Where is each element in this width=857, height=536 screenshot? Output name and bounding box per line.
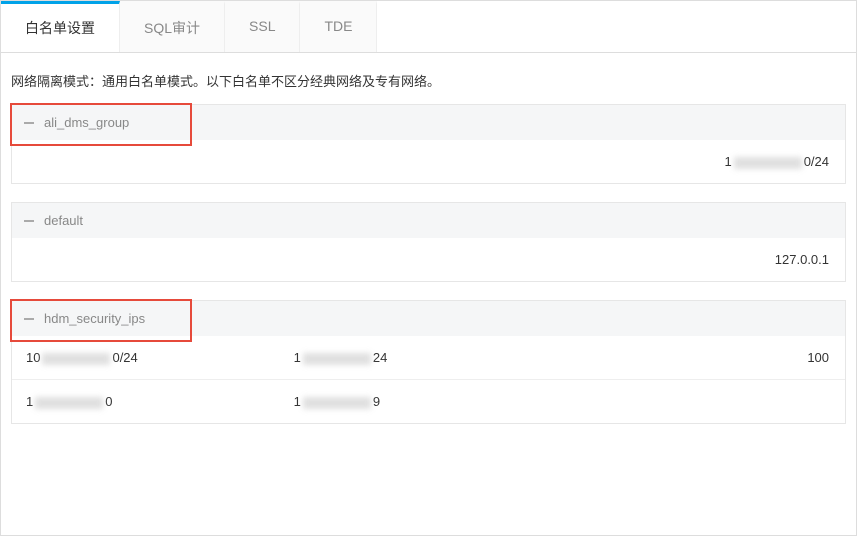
group-body: 100/241241001019 [12,336,845,423]
ip-value: 124 [294,350,562,365]
network-mode-description: 网络隔离模式：通用白名单模式。以下白名单不区分经典网络及专有网络。 [1,53,856,104]
tab-tde[interactable]: TDE [300,1,377,52]
ip-value: 10/24 [26,154,831,169]
whitelist-group: hdm_security_ips100/241241001019 [11,300,846,424]
ip-row: 1019 [12,379,845,423]
ip-row: 127.0.0.1 [12,238,845,281]
redacted-segment [35,397,103,409]
redacted-segment [42,353,110,365]
ip-row: 10/24 [12,140,845,183]
ip-row: 100/24124100 [12,336,845,379]
group-header[interactable]: hdm_security_ips [12,301,845,336]
collapse-icon[interactable] [24,318,34,320]
ip-value: 19 [294,394,562,409]
group-name: ali_dms_group [44,115,129,130]
group-header[interactable]: ali_dms_group [12,105,845,140]
redacted-segment [303,397,371,409]
ip-value: 127.0.0.1 [26,252,831,267]
group-name: hdm_security_ips [44,311,145,326]
ip-value: 100/24 [26,350,294,365]
group-body: 127.0.0.1 [12,238,845,281]
redacted-segment [303,353,371,365]
group-body: 10/24 [12,140,845,183]
group-header[interactable]: default [12,203,845,238]
redacted-segment [734,157,802,169]
tab-ssl[interactable]: SSL [225,1,300,52]
whitelist-group: ali_dms_group 10/24 [11,104,846,184]
collapse-icon[interactable] [24,122,34,124]
tab-whitelist[interactable]: 白名单设置 [1,1,120,52]
collapse-icon[interactable] [24,220,34,222]
tab-bar: 白名单设置 SQL审计 SSL TDE [1,1,856,53]
group-name: default [44,213,83,228]
ip-value [561,394,831,409]
ip-value: 10 [26,394,294,409]
ip-value: 100 [561,350,831,365]
tab-sql-audit[interactable]: SQL审计 [120,1,225,52]
whitelist-group: default 127.0.0.1 [11,202,846,282]
